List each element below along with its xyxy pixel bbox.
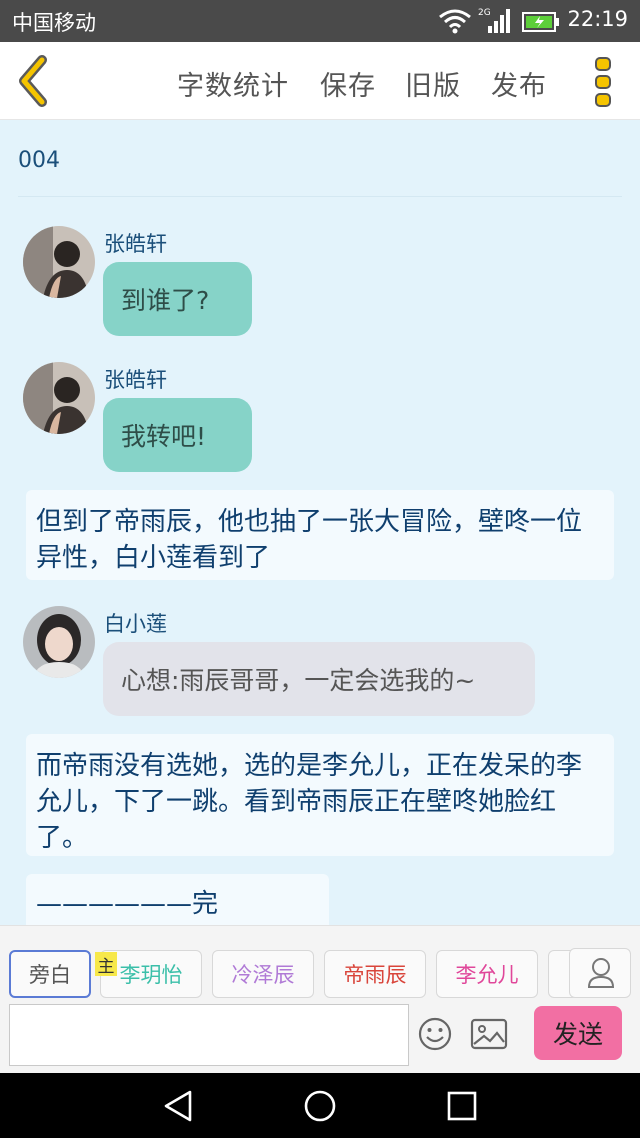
narration-block[interactable]: 但到了帝雨辰，他也抽了一张大冒险，壁咚一位异性，白小莲看到了 <box>26 490 614 580</box>
word-count-button[interactable]: 字数统计 <box>177 64 289 103</box>
send-button[interactable]: 发送 <box>534 1006 622 1060</box>
chapter-title[interactable]: 004 <box>18 148 60 173</box>
more-vertical-icon[interactable] <box>592 56 616 108</box>
character-chip-leng-zechen[interactable]: 冷泽辰 <box>212 950 314 998</box>
character-chip-label: 冷泽辰 <box>231 963 295 987</box>
old-version-button[interactable]: 旧版 <box>405 64 461 103</box>
back-chevron-icon[interactable] <box>14 54 54 108</box>
speaker-name: 张皓轩 <box>104 368 167 392</box>
recents-square-icon[interactable] <box>444 1089 480 1123</box>
add-character-button[interactable] <box>569 948 631 998</box>
protagonist-badge: 主 <box>95 952 117 977</box>
message-input[interactable] <box>9 1004 409 1066</box>
character-chip-label: 帝雨辰 <box>343 963 407 987</box>
avatar-zhang-haoxuan[interactable] <box>23 362 95 434</box>
network-label: 2G <box>478 8 491 18</box>
publish-button[interactable]: 发布 <box>491 64 547 103</box>
story-content: 004 张皓轩 到谁了? 张皓轩 我转吧! 但到了帝雨辰，他也抽了一张大冒险，壁… <box>0 120 640 925</box>
divider <box>18 196 622 197</box>
character-chip-label: 李允儿 <box>455 963 519 987</box>
system-nav-bar <box>0 1073 640 1138</box>
carrier-label: 中国移动 <box>12 11 96 35</box>
wifi-icon <box>439 9 471 34</box>
compose-panel: 旁白 李玥怡 主 冷泽辰 帝雨辰 李允儿 发送 <box>0 925 640 1073</box>
editor-header: 字数统计 保存 旧版 发布 <box>0 42 640 120</box>
speaker-name: 白小莲 <box>104 612 167 636</box>
narration-block[interactable]: ——————完————— <box>26 874 329 925</box>
avatar-zhang-haoxuan[interactable] <box>23 226 95 298</box>
character-chip-li-yuner[interactable]: 李允儿 <box>436 950 538 998</box>
avatar-bai-xiaolian[interactable] <box>23 606 95 678</box>
clock: 22:19 <box>567 7 628 31</box>
smiley-icon[interactable] <box>417 1016 453 1052</box>
character-chip-label: 旁白 <box>29 963 71 987</box>
message-bubble[interactable]: 到谁了? <box>103 262 252 336</box>
message-bubble[interactable]: 心想:雨辰哥哥，一定会选我的~ <box>103 642 535 716</box>
speaker-name: 张皓轩 <box>104 232 167 256</box>
narration-block[interactable]: 而帝雨没有选她，选的是李允儿，正在发呆的李允儿，下了一跳。看到帝雨辰正在壁咚她脸… <box>26 734 614 856</box>
save-button[interactable]: 保存 <box>320 64 376 103</box>
message-bubble[interactable]: 我转吧! <box>103 398 252 472</box>
user-icon <box>587 958 615 988</box>
character-chip-di-yuchen[interactable]: 帝雨辰 <box>324 950 426 998</box>
back-triangle-icon[interactable] <box>160 1089 196 1123</box>
signal-icon: 2G <box>478 8 510 33</box>
battery-icon <box>522 12 559 32</box>
image-icon[interactable] <box>470 1018 508 1050</box>
home-circle-icon[interactable] <box>302 1089 338 1123</box>
character-chip-label: 李玥怡 <box>119 963 183 987</box>
status-bar: 中国移动 2G 22:19 <box>0 0 640 42</box>
character-chip-narrator[interactable]: 旁白 <box>9 950 91 998</box>
